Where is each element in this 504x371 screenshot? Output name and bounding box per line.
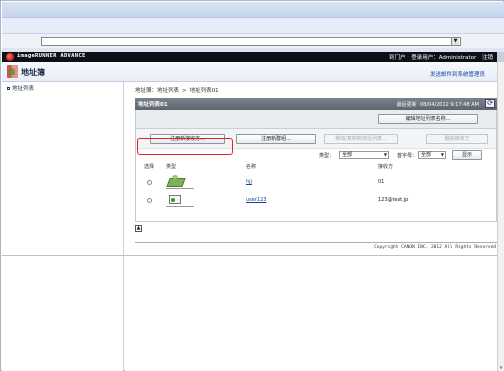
column-header-name: 名称 bbox=[246, 164, 257, 170]
email-icon bbox=[169, 195, 181, 204]
app-bar: imageRUNNER ADVANCE 到门户 登录用户：Administrat… bbox=[2, 52, 497, 62]
address-book-icon bbox=[7, 65, 18, 78]
table-header: 选择 类型 名称 接收方 bbox=[136, 163, 496, 172]
last-updated: 最后更新 08/04/2012 9:17:48 AM bbox=[397, 101, 479, 108]
browser-titlebar bbox=[2, 2, 504, 18]
row-divider bbox=[166, 188, 194, 189]
window-frame: ▼ imageRUNNER ADVANCE 到门户 登录用户：Administr… bbox=[0, 0, 504, 371]
scroll-down-icon[interactable]: ▼ bbox=[498, 364, 504, 371]
destination-name-link[interactable]: user123 bbox=[246, 197, 266, 203]
table-row: hjj 01 bbox=[136, 174, 496, 191]
address-dropdown-icon[interactable]: ▼ bbox=[451, 38, 459, 45]
scrollbar-top-cap bbox=[497, 52, 504, 62]
move-copy-button[interactable]: 移动/复制到地址列表... bbox=[324, 134, 398, 144]
type-filter-label: 类型： bbox=[319, 153, 335, 159]
breadcrumb-current: 地址列表01 bbox=[189, 88, 219, 94]
sidebar-item-label: 地址列表 bbox=[12, 86, 35, 92]
sidebar-item-address-list[interactable]: 地址列表 bbox=[7, 84, 34, 92]
register-group-button[interactable]: 注册新群组... bbox=[236, 134, 316, 144]
column-header-select: 选择 bbox=[144, 164, 155, 170]
last-updated-value: 08/04/2012 9:17:48 AM bbox=[419, 102, 479, 108]
show-button[interactable]: 显示 bbox=[452, 150, 482, 160]
address-input[interactable]: ▼ bbox=[41, 37, 461, 46]
row-divider bbox=[166, 206, 194, 207]
page-title: 地址簿 bbox=[21, 68, 45, 77]
footer-divider bbox=[135, 242, 497, 243]
select-radio[interactable] bbox=[147, 198, 152, 203]
page-header: 地址簿 发送邮件到系统管理员 bbox=[2, 62, 497, 82]
logout-link[interactable]: 注销 bbox=[482, 55, 493, 61]
panel-toolbar-top: 编辑地址列表名称... bbox=[136, 110, 496, 129]
type-filter-select[interactable]: 全部 bbox=[339, 151, 389, 159]
last-updated-label: 最后更新 bbox=[396, 102, 417, 108]
breadcrumb-item[interactable]: 地址簿：地址列表 bbox=[135, 88, 179, 94]
canon-logo-icon bbox=[6, 53, 14, 61]
bottom-divider bbox=[2, 255, 497, 256]
panel-title: 地址列表01 bbox=[138, 102, 168, 108]
collapse-icon[interactable]: ▲ bbox=[135, 225, 142, 232]
browser-toolbar bbox=[2, 18, 504, 34]
index-filter-label: 首字母： bbox=[397, 153, 418, 159]
highlight-box bbox=[137, 138, 233, 155]
edit-list-name-button[interactable]: 编辑地址列表名称... bbox=[378, 114, 478, 124]
sidebar: 地址列表 bbox=[2, 82, 124, 371]
table-row: user123 123@test.jp bbox=[136, 192, 496, 209]
top-links: 到门户 登录用户：Administrator 注销 bbox=[385, 53, 493, 61]
refresh-icon[interactable]: ⟳ bbox=[485, 99, 495, 108]
vertical-scrollbar[interactable]: ▼ bbox=[497, 62, 504, 371]
index-filter-select[interactable]: 全部 bbox=[418, 151, 446, 159]
column-header-destination: 接收方 bbox=[378, 164, 394, 170]
copyright-text: Copyright CANON INC. 2012 All Rights Res… bbox=[374, 245, 496, 250]
column-header-type: 类型 bbox=[166, 164, 177, 170]
destination-value: 123@test.jp bbox=[378, 197, 409, 203]
main-content: 地址簿：地址列表 > 地址列表01 地址列表01 最后更新 08/04/2012 9… bbox=[125, 82, 497, 371]
panel-header: 地址列表01 最后更新 08/04/2012 9:17:48 AM ⟳ bbox=[135, 98, 497, 110]
login-user-label: 登录用户：Administrator bbox=[411, 55, 477, 61]
product-name: imageRUNNER ADVANCE bbox=[17, 53, 86, 59]
mail-admin-link[interactable]: 发送邮件到系统管理员 bbox=[430, 70, 485, 78]
breadcrumb-separator-icon: > bbox=[182, 88, 187, 94]
destination-name-link[interactable]: hjj bbox=[246, 179, 252, 185]
group-icon bbox=[168, 175, 182, 186]
select-radio[interactable] bbox=[147, 180, 152, 185]
panel-body: 编辑地址列表名称... 注册新接收方... 注册新群组... 移动/复制到地址列… bbox=[135, 110, 497, 222]
delete-destination-button[interactable]: 删除接收方 bbox=[426, 134, 488, 144]
breadcrumb: 地址簿：地址列表 > 地址列表01 bbox=[135, 86, 219, 94]
list-bullet-icon bbox=[7, 87, 10, 90]
portal-link[interactable]: 到门户 bbox=[389, 55, 406, 61]
destination-value: 01 bbox=[378, 179, 385, 185]
